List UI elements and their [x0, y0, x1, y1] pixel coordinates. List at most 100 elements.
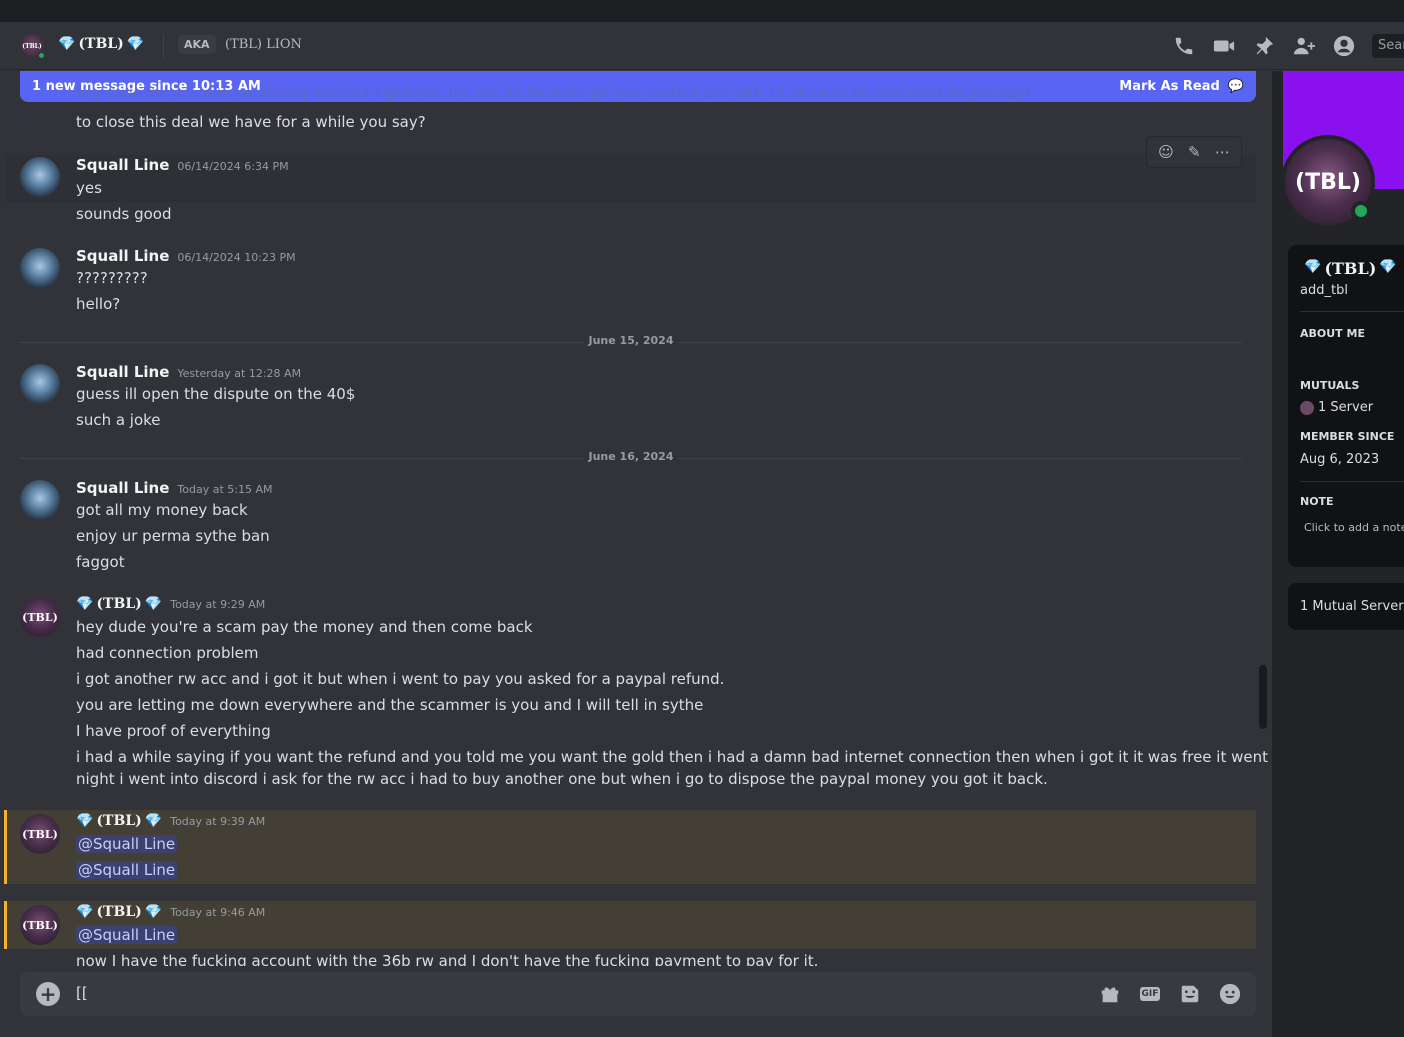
diamond-icon: 💎 — [144, 813, 163, 829]
voice-call-icon[interactable] — [1172, 34, 1196, 58]
upload-plus-button[interactable]: + — [36, 982, 60, 1006]
avatar[interactable]: (TBL) — [20, 597, 60, 637]
timestamp[interactable]: 06/14/2024 6:34 PM — [177, 160, 288, 173]
note-input[interactable]: Click to add a note — [1304, 521, 1404, 534]
user-mention[interactable]: @Squall Line — [76, 926, 178, 944]
username-text: (TBL) — [96, 904, 142, 920]
username[interactable]: Squall Line — [76, 363, 169, 381]
mutual-server-button[interactable]: 1 Mutual Server — [1288, 583, 1404, 630]
online-status-dot — [1351, 201, 1371, 221]
avatar[interactable] — [20, 157, 60, 197]
message-line: sounds good — [76, 205, 172, 223]
about-me-heading: ABOUT ME — [1300, 327, 1365, 340]
message-line: @Squall Line — [76, 926, 178, 944]
diamond-icon: 💎 — [144, 596, 163, 612]
message-list[interactable]: to close this deal we have for a while y… — [0, 71, 1272, 966]
diamond-icon: 💎 — [76, 904, 94, 920]
aka-badge[interactable]: AKA — [178, 35, 216, 54]
add-reaction-icon[interactable]: ☺ — [1158, 143, 1174, 161]
dm-avatar[interactable]: (TBL) — [20, 34, 46, 60]
avatar[interactable]: (TBL) — [20, 814, 60, 854]
message-composer[interactable]: + [[ GIF — [20, 972, 1256, 1016]
avatar[interactable] — [20, 480, 60, 520]
message-line: faggot — [76, 553, 125, 571]
username[interactable]: 💎 (TBL) 💎 — [76, 813, 162, 829]
dm-user-name[interactable]: 💎 (TBL) 💎 — [58, 36, 144, 52]
username[interactable]: Squall Line — [76, 479, 169, 497]
search-input[interactable]: Sear — [1372, 34, 1404, 58]
username[interactable]: Squall Line — [76, 156, 169, 174]
message-line: hey dude you're a scam pay the money and… — [76, 618, 533, 636]
more-options-icon[interactable]: ⋯ — [1215, 143, 1230, 161]
avatar[interactable]: (TBL) — [20, 905, 60, 945]
message-header: 💎 (TBL) 💎 Today at 9:29 AM — [76, 596, 265, 612]
user-profile-panel: (TBL) 💎 (TBL) 💎 add_tbl ABOUT ME MUTUALS… — [1272, 71, 1404, 1037]
diamond-icon: 💎 — [58, 36, 76, 52]
timestamp[interactable]: Today at 9:46 AM — [170, 906, 265, 919]
diamond-icon: 💎 — [1379, 259, 1397, 275]
header-divider — [163, 34, 164, 58]
mutual-servers-link[interactable]: 1 Server — [1300, 400, 1373, 415]
avatar-text: (TBL) — [22, 918, 58, 932]
message-input[interactable]: [[ — [76, 984, 88, 1002]
avatar[interactable] — [20, 248, 60, 288]
message-line: guess ill open the dispute on the 40$ — [76, 385, 356, 403]
message-header: Squall Line Today at 5:15 AM — [76, 479, 272, 497]
timestamp[interactable]: Today at 5:15 AM — [177, 483, 272, 496]
username[interactable]: 💎 (TBL) 💎 — [76, 904, 162, 920]
scrollbar-thumb[interactable] — [1259, 665, 1267, 729]
message-line: got all my money back — [76, 501, 248, 519]
online-status-dot — [37, 51, 46, 60]
timestamp[interactable]: Yesterday at 12:28 AM — [177, 367, 301, 380]
emoji-icon[interactable] — [1218, 982, 1242, 1006]
dm-avatar-text: (TBL) — [22, 42, 42, 50]
pinned-messages-icon[interactable] — [1252, 34, 1276, 58]
mark-read-icon: 💬 — [1227, 79, 1244, 94]
avatar-text: (TBL) — [22, 610, 58, 624]
server-icon — [1300, 400, 1314, 415]
message-header: 💎 (TBL) 💎 Today at 9:39 AM — [76, 813, 265, 829]
add-friends-to-dm-icon[interactable] — [1292, 34, 1316, 58]
message-line: @Squall Line — [76, 835, 178, 853]
section-divider — [1300, 311, 1404, 312]
timestamp[interactable]: Today at 9:29 AM — [170, 598, 265, 611]
message-header: 💎 (TBL) 💎 Today at 9:46 AM — [76, 904, 265, 920]
mutuals-heading: MUTUALS — [1300, 379, 1360, 392]
avatar[interactable] — [20, 364, 60, 404]
dm-user-name-text: (TBL) — [78, 36, 124, 52]
username-text: (TBL) — [96, 596, 142, 612]
avatar-text: (TBL) — [22, 827, 58, 841]
message-line: such a joke — [76, 411, 161, 429]
channel-header: (TBL) 💎 (TBL) 💎 AKA (TBL) LION Sear — [0, 22, 1404, 70]
message-line: I have proof of everything — [76, 722, 271, 740]
message-line: enjoy ur perma sythe ban — [76, 527, 270, 545]
date-divider-label: June 15, 2024 — [584, 334, 678, 347]
profile-card: 💎 (TBL) 💎 add_tbl ABOUT ME MUTUALS 1 Ser… — [1288, 245, 1404, 567]
gift-icon[interactable] — [1098, 982, 1122, 1006]
username[interactable]: 💎 (TBL) 💎 — [76, 596, 162, 612]
title-strip — [0, 0, 1404, 22]
profile-username: add_tbl — [1300, 283, 1348, 298]
gif-picker-icon[interactable]: GIF — [1138, 982, 1162, 1006]
diamond-icon: 💎 — [76, 596, 94, 612]
date-divider-label: June 16, 2024 — [584, 450, 678, 463]
edit-pencil-icon[interactable]: ✎ — [1188, 143, 1201, 161]
message-header: Squall Line 06/14/2024 10:23 PM — [76, 247, 296, 265]
timestamp[interactable]: 06/14/2024 10:23 PM — [177, 251, 295, 264]
username[interactable]: Squall Line — [76, 247, 169, 265]
message-line: you are letting me down everywhere and t… — [76, 696, 704, 714]
user-mention[interactable]: @Squall Line — [76, 835, 178, 853]
diamond-icon: 💎 — [126, 36, 145, 52]
profile-avatar[interactable]: (TBL) — [1281, 135, 1375, 229]
diamond-icon: 💎 — [1304, 259, 1322, 275]
mark-as-read-button[interactable]: Mark As Read 💬 — [1119, 79, 1244, 94]
message-header: Squall Line Yesterday at 12:28 AM — [76, 363, 301, 381]
timestamp[interactable]: Today at 9:39 AM — [170, 815, 265, 828]
message-line: to close this deal we have for a while y… — [76, 113, 426, 131]
user-mention[interactable]: @Squall Line — [76, 861, 178, 879]
sticker-icon[interactable] — [1178, 982, 1202, 1006]
date-divider: June 16, 2024 — [20, 450, 1242, 463]
user-profile-toggle-icon[interactable] — [1332, 34, 1356, 58]
mark-as-read-label: Mark As Read — [1119, 79, 1220, 94]
video-call-icon[interactable] — [1212, 34, 1236, 58]
